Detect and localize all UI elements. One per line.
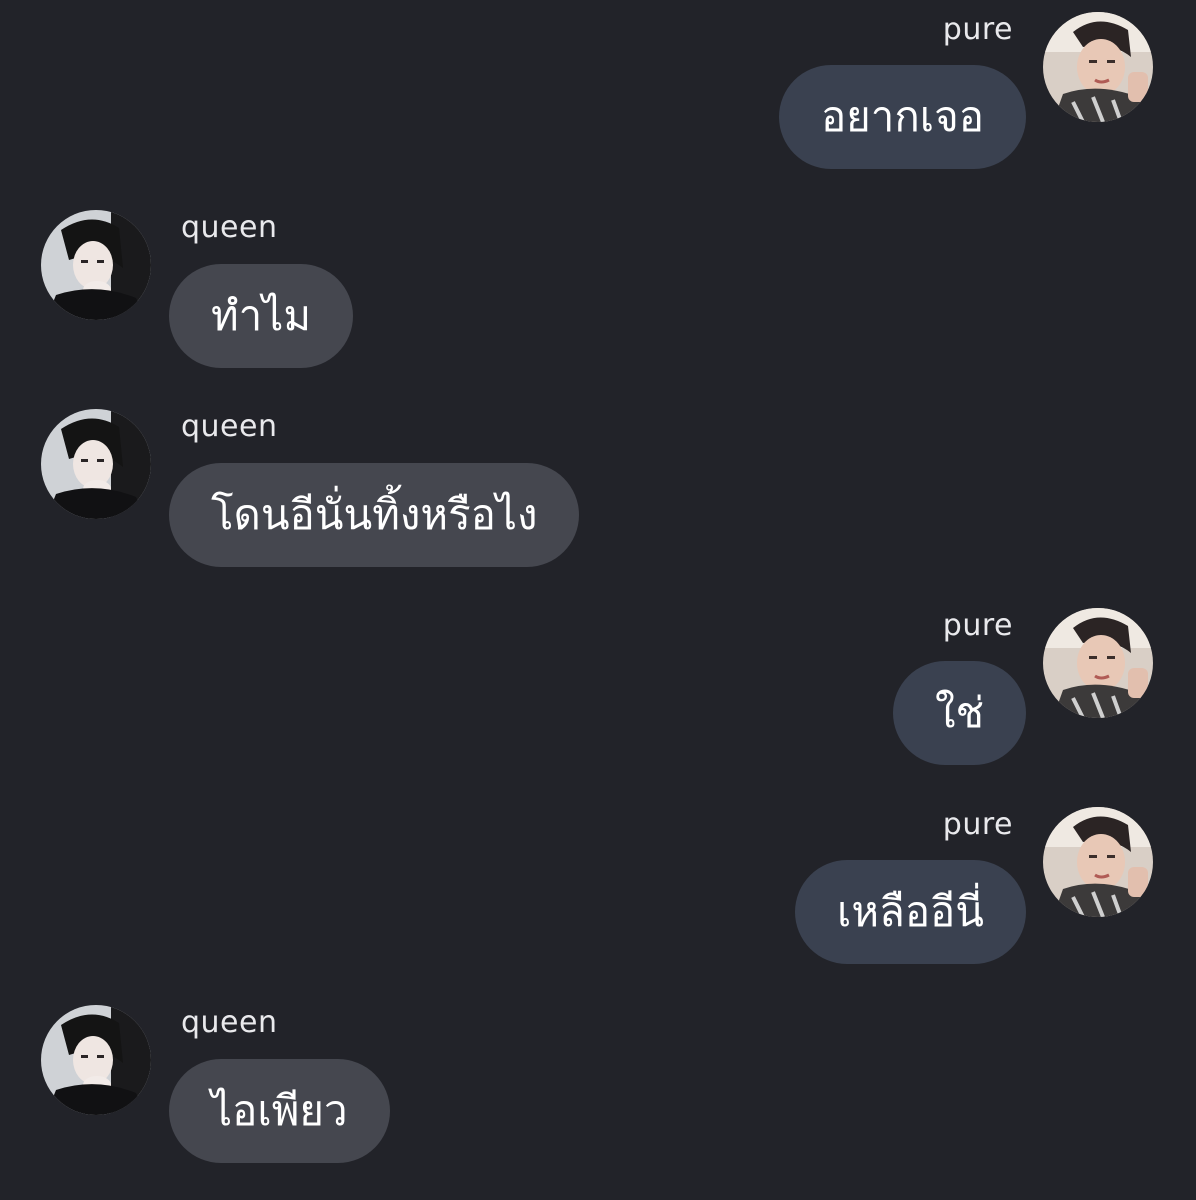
message-bubble[interactable]: ใช่ [892,661,1026,765]
sender-name: queen [181,409,278,444]
message-bubble[interactable]: โดนอีนั่นทิ้งหรือไง [169,463,580,567]
message-bubble[interactable]: เหลืออีนี่ [795,860,1026,964]
sender-name: pure [942,807,1013,842]
message-bubble[interactable]: ทำไม [169,264,354,368]
sender-name: queen [181,210,278,245]
avatar-pure[interactable] [1043,608,1153,718]
avatar-pure[interactable] [1043,807,1153,917]
message-bubble[interactable]: ไอเพียว [169,1059,390,1163]
chat-thread: pure อยากเจอ queen ทำไม queen โดนอีนั่นท… [0,0,1196,1200]
avatar-queen[interactable] [41,1005,151,1115]
sender-name: pure [942,608,1013,643]
avatar-queen[interactable] [41,409,151,519]
avatar-queen[interactable] [41,210,151,320]
message-bubble[interactable]: อยากเจอ [778,65,1026,169]
sender-name: pure [942,12,1013,47]
avatar-pure[interactable] [1043,12,1153,122]
sender-name: queen [181,1005,278,1040]
